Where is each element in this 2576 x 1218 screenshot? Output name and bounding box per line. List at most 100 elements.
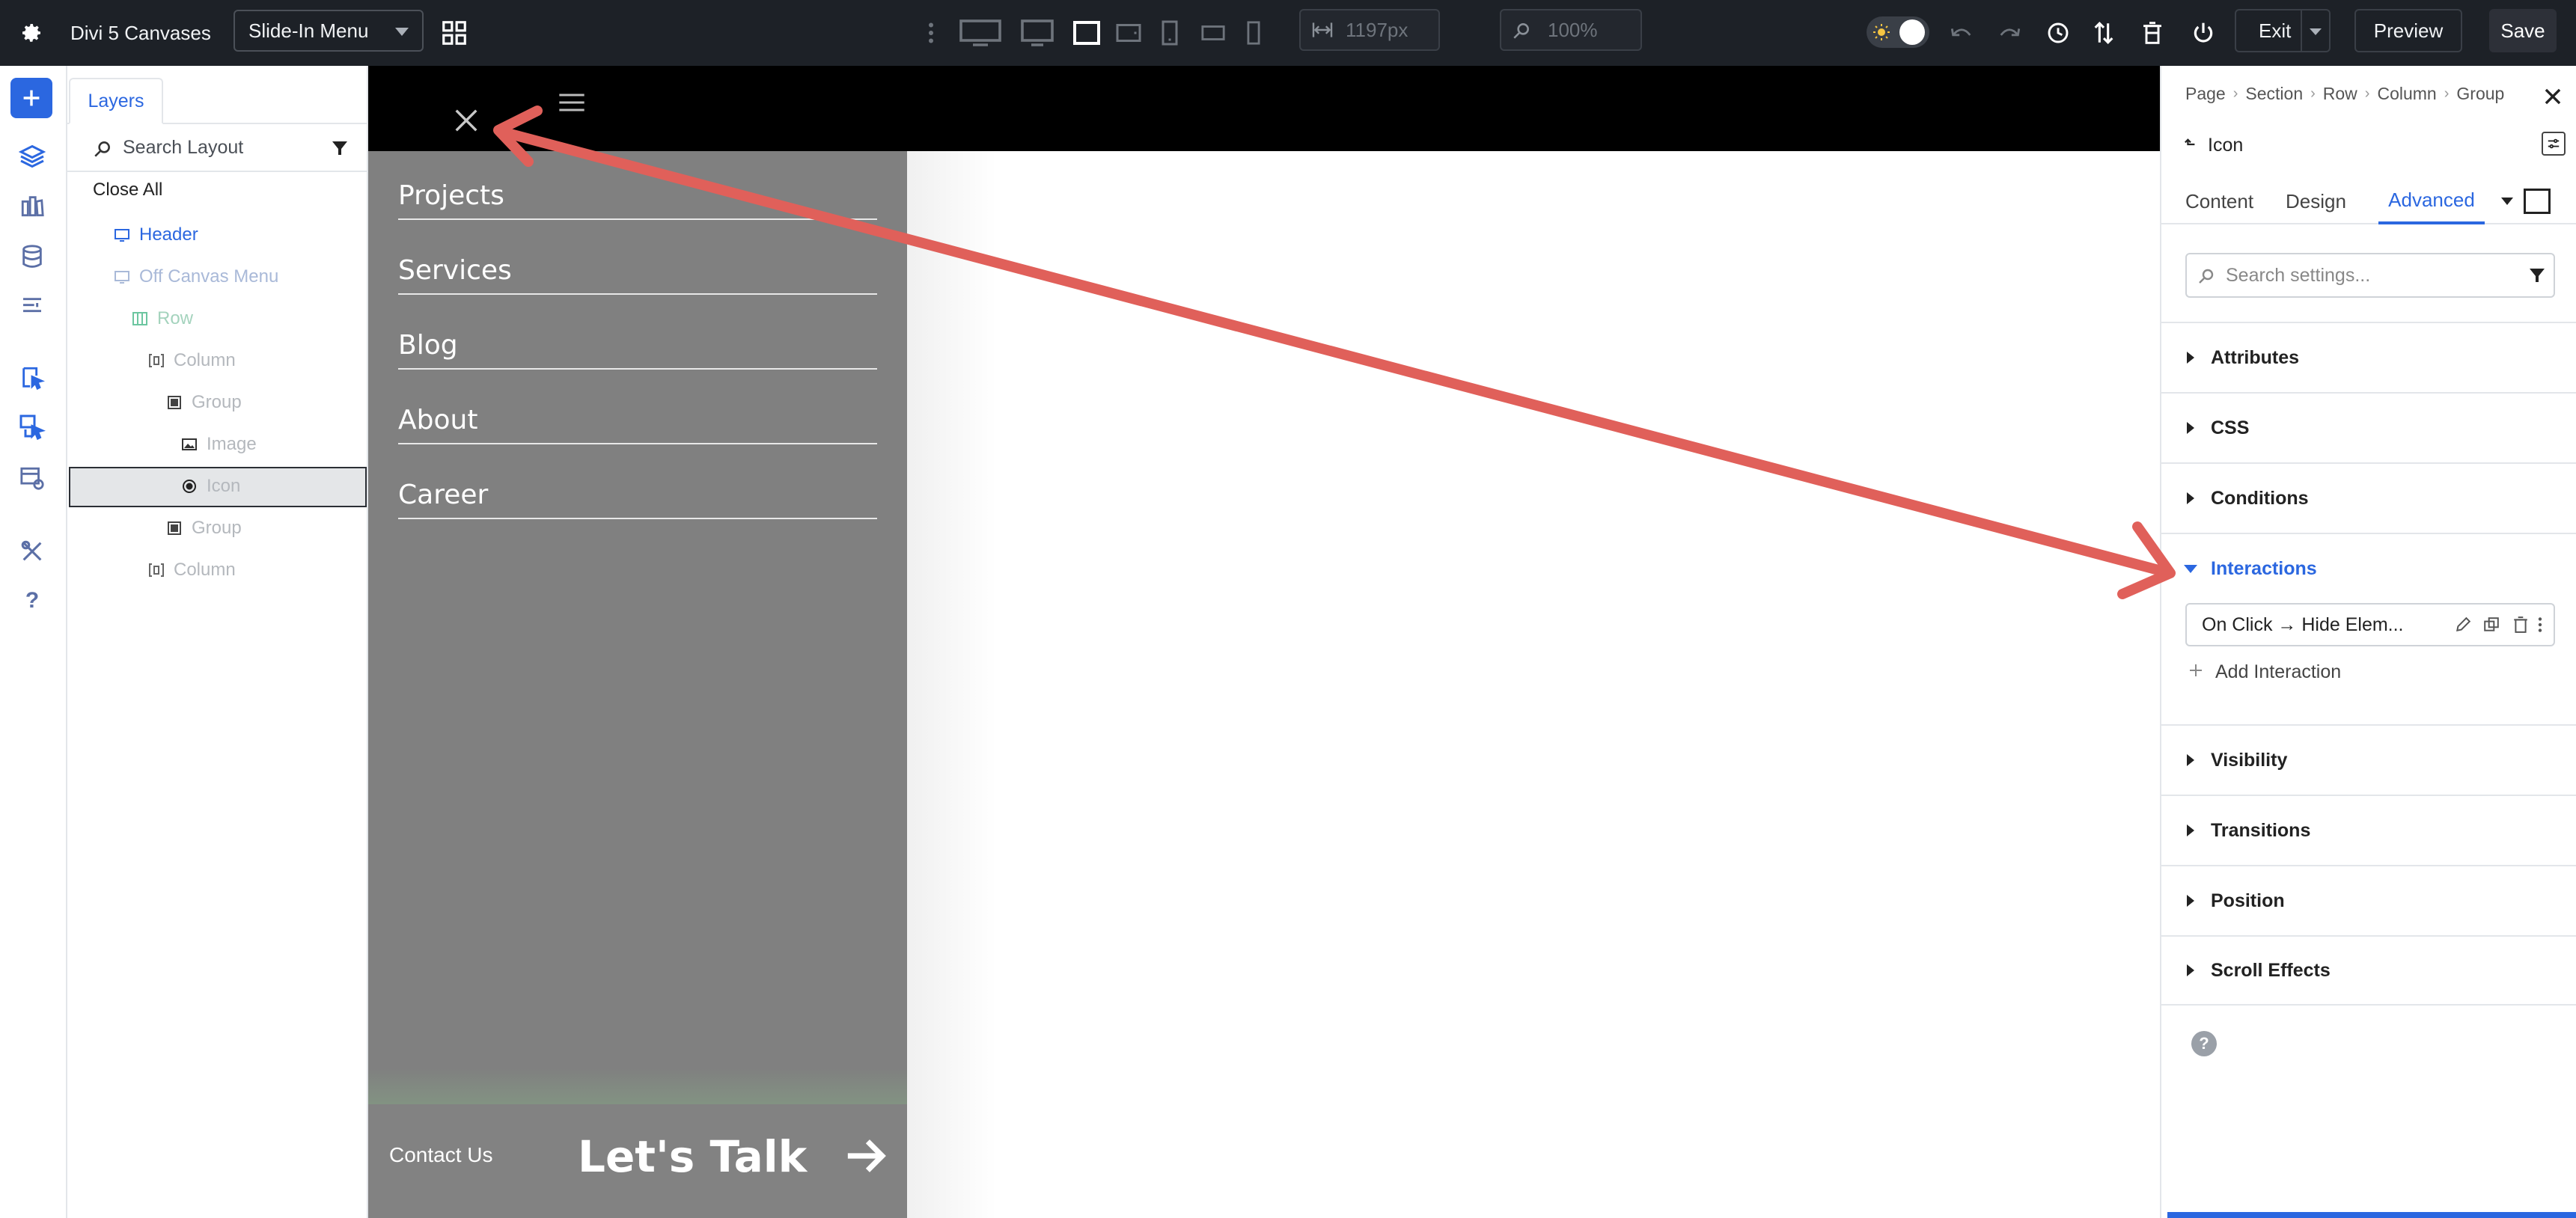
arrow-right-icon[interactable] — [844, 1134, 889, 1179]
preview-button[interactable]: Preview — [2354, 9, 2462, 52]
more-vertical-icon[interactable] — [2537, 615, 2543, 638]
theme-toggle[interactable] — [1867, 16, 1929, 48]
page-cursor-icon[interactable] — [16, 362, 48, 394]
canvases-grid-icon[interactable] — [440, 0, 468, 66]
phone-view-icon[interactable] — [1245, 0, 1262, 66]
layer-column[interactable]: Column — [148, 554, 236, 587]
section-interactions[interactable]: Interactions — [2161, 533, 2576, 603]
section-position[interactable]: Position — [2161, 865, 2576, 935]
phone-landscape-view-icon[interactable] — [1200, 0, 1226, 66]
theme-builder-icon[interactable] — [16, 462, 48, 494]
power-icon[interactable] — [2191, 0, 2215, 66]
zoom-field[interactable]: 100% — [1500, 9, 1642, 51]
menu-link-services[interactable]: Services — [398, 220, 877, 295]
layers-icon[interactable] — [16, 141, 48, 172]
back-arrow-icon[interactable] — [2184, 135, 2197, 156]
filter-icon[interactable] — [2528, 266, 2546, 288]
section-attributes[interactable]: Attributes — [2161, 322, 2576, 392]
close-icon[interactable] — [452, 106, 480, 138]
section-conditions[interactable]: Conditions — [2161, 462, 2576, 533]
exit-dropdown-chevron-icon[interactable] — [2310, 28, 2322, 35]
lets-talk-heading[interactable]: Let's Talk — [578, 1131, 807, 1182]
wireframe-view-icon[interactable] — [2524, 189, 2551, 214]
breadcrumb-group[interactable]: Group — [2456, 84, 2504, 104]
chevron-right-icon: › — [2310, 85, 2316, 102]
layer-group[interactable]: Group — [166, 386, 242, 419]
layer-label: Image — [207, 434, 257, 454]
help-icon[interactable]: ? — [2191, 1031, 2217, 1056]
breadcrumb-row[interactable]: Row — [2323, 84, 2357, 104]
undo-icon[interactable] — [1949, 0, 1974, 66]
layer-label: Column — [174, 350, 236, 370]
layer-group[interactable]: Group — [166, 512, 242, 545]
menu-panel-shadow — [907, 151, 997, 1218]
pages-cursor-icon[interactable] — [16, 411, 48, 443]
menu-link-career[interactable]: Career — [398, 444, 877, 519]
layer-image[interactable]: Image — [181, 428, 257, 461]
tab-layers[interactable]: Layers — [69, 78, 163, 124]
canvas-select[interactable]: Slide-In Menu — [234, 10, 424, 52]
layer-header[interactable]: Header — [114, 218, 198, 251]
layer-label: Header — [139, 224, 198, 245]
tablet-view-icon[interactable] — [1160, 0, 1179, 66]
menu-link-blog[interactable]: Blog — [398, 295, 877, 370]
settings-tabs: Content Design Advanced — [2161, 178, 2576, 224]
tab-dropdown-chevron-icon[interactable] — [2501, 198, 2513, 205]
desktop-active-view-icon[interactable] — [1072, 0, 1102, 66]
add-interaction-button[interactable]: Add Interaction — [2188, 661, 2341, 683]
sort-arrows-icon[interactable] — [2093, 0, 2115, 66]
settings-gear-icon[interactable] — [19, 0, 43, 66]
hamburger-menu-icon[interactable] — [557, 90, 587, 119]
add-button[interactable] — [10, 78, 52, 118]
duplicate-icon[interactable] — [2483, 616, 2500, 637]
edit-pencil-icon[interactable] — [2455, 616, 2471, 637]
database-icon[interactable] — [16, 241, 48, 272]
tab-content[interactable]: Content — [2185, 178, 2253, 224]
section-visibility[interactable]: Visibility — [2161, 724, 2576, 795]
trash-icon[interactable] — [2142, 0, 2163, 66]
settings-search-placeholder: Search settings... — [2226, 264, 2371, 286]
section-scroll-effects[interactable]: Scroll Effects — [2161, 935, 2576, 1006]
library-icon[interactable] — [16, 190, 48, 221]
more-vertical-icon[interactable] — [924, 0, 938, 66]
close-all-link[interactable]: Close All — [93, 180, 162, 201]
exit-button-label: Exit — [2259, 19, 2292, 42]
caret-right-icon — [2187, 895, 2194, 907]
redo-icon[interactable] — [1997, 0, 2022, 66]
breadcrumb-column[interactable]: Column — [2377, 84, 2436, 104]
column-icon — [148, 562, 165, 578]
save-button[interactable]: Save — [2489, 9, 2557, 52]
layer-icon[interactable]: Icon — [181, 470, 240, 503]
tab-design[interactable]: Design — [2286, 178, 2346, 224]
layer-off-canvas-menu[interactable]: Off Canvas Menu — [114, 260, 278, 293]
layer-row[interactable]: Row — [132, 302, 193, 335]
filter-icon[interactable] — [331, 139, 349, 161]
chevron-right-icon: › — [2444, 85, 2450, 102]
layout-list-icon[interactable] — [16, 290, 48, 322]
tab-advanced[interactable]: Advanced — [2378, 178, 2485, 224]
tablet-landscape-view-icon[interactable] — [1115, 0, 1142, 66]
canvas-width-field[interactable]: 1197px — [1299, 9, 1440, 51]
sliders-icon[interactable] — [2542, 132, 2566, 156]
history-icon[interactable] — [2046, 0, 2070, 66]
layer-column[interactable]: Column — [148, 344, 236, 377]
menu-link-projects[interactable]: Projects — [398, 145, 877, 220]
contact-us-label: Contact Us — [389, 1143, 493, 1166]
settings-search-input[interactable]: Search settings... — [2185, 253, 2555, 298]
close-panel-icon[interactable] — [2543, 87, 2563, 110]
menu-link-about[interactable]: About — [398, 370, 877, 444]
desktop-view-icon[interactable] — [1019, 0, 1055, 66]
group-icon — [166, 520, 183, 536]
desktop-wide-view-icon[interactable] — [958, 0, 1003, 66]
layers-search-input[interactable]: Search Layout — [67, 124, 367, 172]
breadcrumb-page[interactable]: Page — [2185, 84, 2226, 104]
interaction-item[interactable]: On Click → Hide Elem... — [2185, 603, 2555, 646]
exit-button[interactable]: Exit — [2235, 9, 2331, 52]
tools-icon[interactable] — [16, 536, 48, 567]
help-question-icon[interactable]: ? — [16, 585, 48, 616]
breadcrumb-section[interactable]: Section — [2245, 84, 2303, 104]
delete-icon[interactable] — [2513, 616, 2528, 637]
section-label: CSS — [2211, 417, 2250, 438]
section-transitions[interactable]: Transitions — [2161, 795, 2576, 865]
section-css[interactable]: CSS — [2161, 392, 2576, 462]
